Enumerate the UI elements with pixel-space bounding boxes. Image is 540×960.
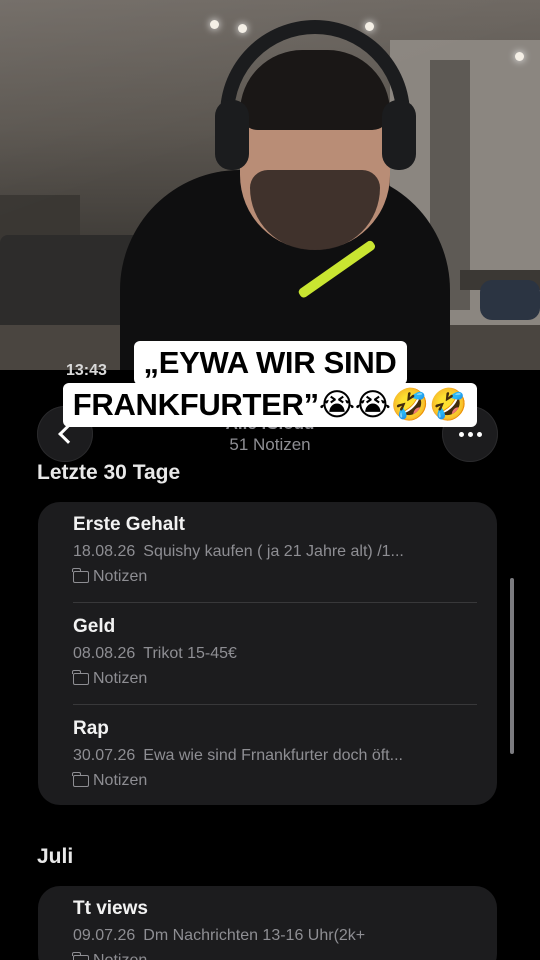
notes-list-card: Erste Gehalt 18.08.26 Squishy kaufen ( ja… [38, 502, 497, 805]
headphone-earcup-left [215, 100, 249, 170]
note-folder-label: Notizen [93, 772, 148, 789]
caption-line: „EYWA WIR SIND [133, 341, 407, 385]
notes-list-card: Tt views 09.07.26 Dm Nachrichten 13-16 Uh… [38, 886, 497, 960]
note-date: 09.07.26 [73, 927, 136, 944]
note-folder: Notizen [72, 568, 148, 586]
note-preview: Dm Nachrichten 13-16 Uhr(2k+ [143, 927, 366, 944]
section-header: Letzte 30 Tage [37, 461, 181, 484]
headphone-earcup-right [382, 100, 416, 170]
ellipsis-icon [458, 431, 482, 437]
note-preview: Trikot 15-45€ [143, 645, 237, 662]
note-title: Rap [73, 718, 109, 739]
note-folder: Notizen [72, 670, 148, 688]
divider [73, 704, 477, 705]
folder-icon [72, 568, 89, 583]
folder-icon [72, 952, 89, 960]
note-date: 08.08.26 [73, 645, 136, 662]
folder-icon [72, 670, 89, 685]
microphone [480, 280, 540, 320]
folder-icon [72, 772, 89, 787]
note-preview: Squishy kaufen ( ja 21 Jahre alt) /1... [143, 543, 404, 560]
section-header: Juli [37, 845, 74, 868]
divider [73, 602, 477, 603]
note-preview: Ewa wie sind Frnankfurter doch öft... [143, 747, 403, 764]
note-preview-line: 09.07.26 Dm Nachrichten 13-16 Uhr(2k+ [73, 927, 365, 945]
ceiling-light [515, 52, 524, 61]
note-folder-label: Notizen [93, 670, 148, 687]
note-date: 30.07.26 [73, 747, 136, 764]
scrollbar[interactable] [510, 578, 514, 754]
note-item[interactable]: Tt views 09.07.26 Dm Nachrichten 13-16 Uh… [72, 886, 477, 960]
note-item[interactable]: Geld 08.08.26 Trikot 15-45€ Notizen [72, 604, 477, 705]
video-caption: „EYWA WIR SIND FRANKFURTER”😭😭🤣🤣 [0, 341, 540, 427]
note-preview-line: 08.08.26 Trikot 15-45€ [73, 645, 237, 663]
note-folder-label: Notizen [93, 952, 147, 960]
caption-line: FRANKFURTER”😭😭🤣🤣 [62, 383, 478, 427]
note-title: Tt views [73, 898, 148, 919]
note-preview-line: 18.08.26 Squishy kaufen ( ja 21 Jahre alt… [73, 543, 404, 561]
streamer [120, 20, 450, 370]
note-folder: Notizen [72, 772, 148, 790]
webcam-video [0, 0, 540, 370]
note-item[interactable]: Erste Gehalt 18.08.26 Squishy kaufen ( ja… [72, 502, 477, 603]
note-title: Erste Gehalt [73, 514, 185, 535]
note-date: 18.08.26 [73, 543, 136, 560]
note-folder-label: Notizen [93, 568, 148, 585]
note-folder: Notizen [72, 952, 147, 960]
note-preview-line: 30.07.26 Ewa wie sind Frnankfurter doch ö… [73, 747, 403, 765]
note-title: Geld [73, 616, 116, 637]
note-item[interactable]: Rap 30.07.26 Ewa wie sind Frnankfurter do… [72, 706, 477, 805]
